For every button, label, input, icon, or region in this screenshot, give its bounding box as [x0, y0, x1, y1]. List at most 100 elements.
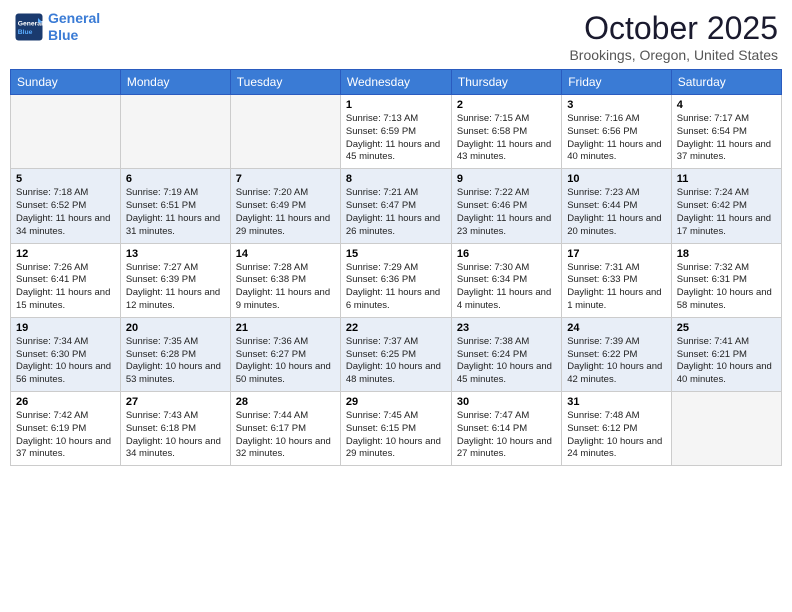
- day-number: 15: [346, 248, 446, 260]
- day-number: 11: [677, 173, 776, 185]
- calendar-week-4: 19 Sunrise: 7:34 AM Sunset: 6:30 PM Dayli…: [11, 317, 782, 391]
- calendar-cell: 10 Sunrise: 7:23 AM Sunset: 6:44 PM Dayli…: [562, 169, 672, 243]
- calendar-week-5: 26Sunrise: 7:42 AM Sunset: 6:19 PM Dayli…: [11, 392, 782, 466]
- day-content: Sunrise: 7:19 AM Sunset: 6:51 PM Dayligh…: [126, 187, 225, 238]
- calendar-cell: 24Sunrise: 7:39 AM Sunset: 6:22 PM Dayli…: [562, 317, 672, 391]
- day-content: Sunrise: 7:42 AM Sunset: 6:19 PM Dayligh…: [16, 410, 115, 461]
- title-block: October 2025 Brookings, Oregon, United S…: [569, 10, 778, 63]
- calendar-cell: [230, 95, 340, 169]
- day-header-monday: Monday: [120, 70, 230, 95]
- calendar-cell: 12 Sunrise: 7:26 AM Sunset: 6:41 PM Dayli…: [11, 243, 121, 317]
- day-content: Sunrise: 7:35 AM Sunset: 6:28 PM Dayligh…: [126, 336, 225, 387]
- day-content: Sunrise: 7:34 AM Sunset: 6:30 PM Dayligh…: [16, 336, 115, 387]
- day-content: Sunrise: 7:16 AM Sunset: 6:56 PM Dayligh…: [567, 113, 666, 164]
- logo: General Blue General Blue: [14, 10, 100, 44]
- day-header-saturday: Saturday: [671, 70, 781, 95]
- day-content: Sunrise: 7:29 AM Sunset: 6:36 PM Dayligh…: [346, 262, 446, 313]
- day-number: 1: [346, 99, 446, 111]
- calendar-cell: 20 Sunrise: 7:35 AM Sunset: 6:28 PM Dayli…: [120, 317, 230, 391]
- calendar-cell: 23 Sunrise: 7:38 AM Sunset: 6:24 PM Dayli…: [451, 317, 561, 391]
- day-content: Sunrise: 7:20 AM Sunset: 6:49 PM Dayligh…: [236, 187, 335, 238]
- day-content: Sunrise: 7:32 AM Sunset: 6:31 PM Dayligh…: [677, 262, 776, 313]
- calendar-cell: 5Sunrise: 7:18 AM Sunset: 6:52 PM Daylig…: [11, 169, 121, 243]
- day-number: 16: [457, 248, 556, 260]
- calendar-week-1: 1 Sunrise: 7:13 AM Sunset: 6:59 PM Daylig…: [11, 95, 782, 169]
- day-number: 31: [567, 396, 666, 408]
- day-number: 14: [236, 248, 335, 260]
- day-content: Sunrise: 7:15 AM Sunset: 6:58 PM Dayligh…: [457, 113, 556, 164]
- day-content: Sunrise: 7:21 AM Sunset: 6:47 PM Dayligh…: [346, 187, 446, 238]
- day-content: Sunrise: 7:36 AM Sunset: 6:27 PM Dayligh…: [236, 336, 335, 387]
- day-content: Sunrise: 7:44 AM Sunset: 6:17 PM Dayligh…: [236, 410, 335, 461]
- day-number: 29: [346, 396, 446, 408]
- calendar-header-row: SundayMondayTuesdayWednesdayThursdayFrid…: [11, 70, 782, 95]
- day-content: Sunrise: 7:27 AM Sunset: 6:39 PM Dayligh…: [126, 262, 225, 313]
- calendar-cell: 26Sunrise: 7:42 AM Sunset: 6:19 PM Dayli…: [11, 392, 121, 466]
- day-header-sunday: Sunday: [11, 70, 121, 95]
- calendar-cell: [671, 392, 781, 466]
- calendar-cell: 19 Sunrise: 7:34 AM Sunset: 6:30 PM Dayli…: [11, 317, 121, 391]
- day-number: 6: [126, 173, 225, 185]
- day-header-tuesday: Tuesday: [230, 70, 340, 95]
- day-number: 19: [16, 322, 115, 334]
- day-content: Sunrise: 7:22 AM Sunset: 6:46 PM Dayligh…: [457, 187, 556, 238]
- day-number: 9: [457, 173, 556, 185]
- calendar-week-3: 12 Sunrise: 7:26 AM Sunset: 6:41 PM Dayli…: [11, 243, 782, 317]
- day-content: Sunrise: 7:45 AM Sunset: 6:15 PM Dayligh…: [346, 410, 446, 461]
- day-number: 28: [236, 396, 335, 408]
- location: Brookings, Oregon, United States: [569, 47, 778, 63]
- day-content: Sunrise: 7:47 AM Sunset: 6:14 PM Dayligh…: [457, 410, 556, 461]
- day-number: 10: [567, 173, 666, 185]
- calendar-cell: 17 Sunrise: 7:31 AM Sunset: 6:33 PM Dayli…: [562, 243, 672, 317]
- day-number: 7: [236, 173, 335, 185]
- day-number: 24: [567, 322, 666, 334]
- day-content: Sunrise: 7:30 AM Sunset: 6:34 PM Dayligh…: [457, 262, 556, 313]
- day-content: Sunrise: 7:48 AM Sunset: 6:12 PM Dayligh…: [567, 410, 666, 461]
- day-content: Sunrise: 7:26 AM Sunset: 6:41 PM Dayligh…: [16, 262, 115, 313]
- calendar-cell: 22 Sunrise: 7:37 AM Sunset: 6:25 PM Dayli…: [340, 317, 451, 391]
- calendar-cell: 9 Sunrise: 7:22 AM Sunset: 6:46 PM Daylig…: [451, 169, 561, 243]
- calendar-cell: 21 Sunrise: 7:36 AM Sunset: 6:27 PM Dayli…: [230, 317, 340, 391]
- day-number: 25: [677, 322, 776, 334]
- calendar-table: SundayMondayTuesdayWednesdayThursdayFrid…: [10, 69, 782, 466]
- day-content: Sunrise: 7:13 AM Sunset: 6:59 PM Dayligh…: [346, 113, 446, 164]
- month-title: October 2025: [569, 10, 778, 47]
- day-number: 22: [346, 322, 446, 334]
- logo-text: General Blue: [48, 10, 100, 44]
- day-number: 13: [126, 248, 225, 260]
- day-number: 4: [677, 99, 776, 111]
- calendar-cell: 7 Sunrise: 7:20 AM Sunset: 6:49 PM Daylig…: [230, 169, 340, 243]
- day-header-thursday: Thursday: [451, 70, 561, 95]
- day-number: 17: [567, 248, 666, 260]
- calendar-cell: 2Sunrise: 7:15 AM Sunset: 6:58 PM Daylig…: [451, 95, 561, 169]
- calendar-cell: 29 Sunrise: 7:45 AM Sunset: 6:15 PM Dayli…: [340, 392, 451, 466]
- day-number: 30: [457, 396, 556, 408]
- calendar-cell: 3 Sunrise: 7:16 AM Sunset: 6:56 PM Daylig…: [562, 95, 672, 169]
- day-number: 23: [457, 322, 556, 334]
- calendar-cell: 30 Sunrise: 7:47 AM Sunset: 6:14 PM Dayli…: [451, 392, 561, 466]
- calendar-cell: 15 Sunrise: 7:29 AM Sunset: 6:36 PM Dayli…: [340, 243, 451, 317]
- day-number: 12: [16, 248, 115, 260]
- calendar-cell: [120, 95, 230, 169]
- day-number: 3: [567, 99, 666, 111]
- day-content: Sunrise: 7:43 AM Sunset: 6:18 PM Dayligh…: [126, 410, 225, 461]
- day-content: Sunrise: 7:31 AM Sunset: 6:33 PM Dayligh…: [567, 262, 666, 313]
- day-content: Sunrise: 7:38 AM Sunset: 6:24 PM Dayligh…: [457, 336, 556, 387]
- day-number: 21: [236, 322, 335, 334]
- calendar-cell: 8 Sunrise: 7:21 AM Sunset: 6:47 PM Daylig…: [340, 169, 451, 243]
- day-content: Sunrise: 7:28 AM Sunset: 6:38 PM Dayligh…: [236, 262, 335, 313]
- calendar-cell: 4Sunrise: 7:17 AM Sunset: 6:54 PM Daylig…: [671, 95, 781, 169]
- calendar-cell: 13 Sunrise: 7:27 AM Sunset: 6:39 PM Dayli…: [120, 243, 230, 317]
- logo-icon: General Blue: [14, 12, 44, 42]
- day-number: 8: [346, 173, 446, 185]
- calendar-cell: 31 Sunrise: 7:48 AM Sunset: 6:12 PM Dayli…: [562, 392, 672, 466]
- calendar-cell: 1 Sunrise: 7:13 AM Sunset: 6:59 PM Daylig…: [340, 95, 451, 169]
- calendar-cell: 16 Sunrise: 7:30 AM Sunset: 6:34 PM Dayli…: [451, 243, 561, 317]
- day-content: Sunrise: 7:23 AM Sunset: 6:44 PM Dayligh…: [567, 187, 666, 238]
- day-content: Sunrise: 7:37 AM Sunset: 6:25 PM Dayligh…: [346, 336, 446, 387]
- calendar-cell: 14 Sunrise: 7:28 AM Sunset: 6:38 PM Dayli…: [230, 243, 340, 317]
- day-header-friday: Friday: [562, 70, 672, 95]
- day-number: 20: [126, 322, 225, 334]
- calendar-cell: 11Sunrise: 7:24 AM Sunset: 6:42 PM Dayli…: [671, 169, 781, 243]
- day-content: Sunrise: 7:18 AM Sunset: 6:52 PM Dayligh…: [16, 187, 115, 238]
